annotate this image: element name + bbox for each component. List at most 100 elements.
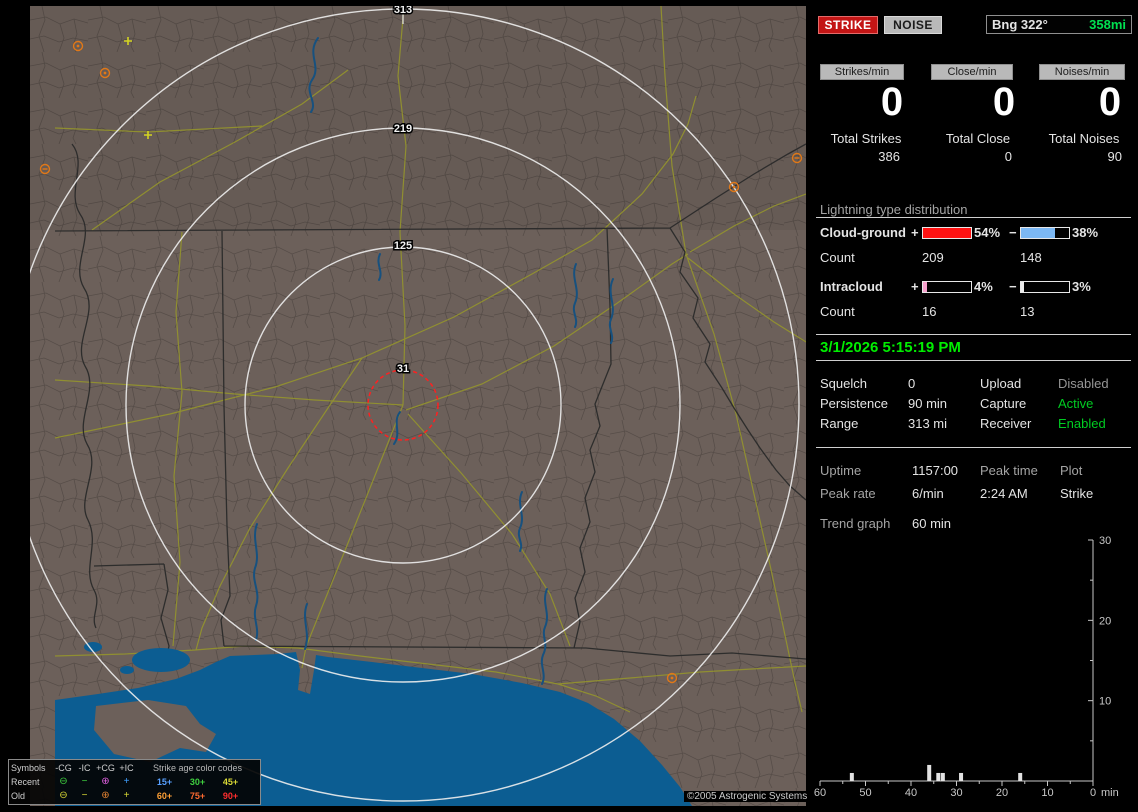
legend-recent-row: Recent ⊖ − ⊕ + 15+ 30+ 45+ xyxy=(11,775,258,789)
pos-cg-icon: ⊕ xyxy=(101,790,110,801)
plot-label: Plot xyxy=(1060,463,1083,478)
cg-pos-pct: 54% xyxy=(974,225,1001,240)
copyright-text: ©2005 Astrogenic Systems xyxy=(684,791,811,802)
old-age-codes: 60+ 75+ 90+ xyxy=(137,791,258,801)
legend-symbols-header: Symbols xyxy=(11,763,46,773)
plus-sign: + xyxy=(911,225,919,240)
svg-text:20: 20 xyxy=(996,787,1008,799)
total-strikes-label: Total Strikes xyxy=(830,131,902,146)
total-strikes-value: 386 xyxy=(878,149,900,164)
peak-rate-value: 6/min xyxy=(912,486,944,501)
strike-toggle-button[interactable]: STRIKE xyxy=(818,16,878,34)
pos-ic-icon: + xyxy=(123,776,130,787)
plot-value: Strike xyxy=(1060,486,1094,501)
strikes-per-min-value: 0 xyxy=(880,80,904,124)
ic-neg-bar xyxy=(1020,281,1070,293)
neg-cg-icon: ⊖ xyxy=(59,776,68,787)
ic-neg-count: 13 xyxy=(1020,304,1035,319)
lightning-map: 313 219 125 31 xyxy=(6,3,807,806)
cg-count-label: Count xyxy=(820,250,855,265)
ring-label-31: 31 xyxy=(397,363,409,375)
close-per-min-value: 0 xyxy=(992,80,1016,124)
receiver-status: Enabled xyxy=(1058,416,1106,431)
status-panel: STRIKE NOISE Bng 322° 358mi Strikes/min … xyxy=(812,8,1138,808)
divider xyxy=(816,217,1131,218)
cg-neg-bar xyxy=(1020,227,1070,239)
map-legend: Symbols -CG -IC +CG +IC Strike age color… xyxy=(8,759,261,805)
squelch-label: Squelch xyxy=(820,376,867,391)
bearing-label: Bng 322° xyxy=(992,17,1048,32)
neg-cg-icon: ⊖ xyxy=(59,790,68,801)
neg-ic-icon: − xyxy=(81,776,88,787)
ic-pos-bar xyxy=(922,281,972,293)
svg-text:30: 30 xyxy=(950,787,962,799)
cg-pos-bar xyxy=(922,227,972,239)
peak-time-value: 2:24 AM xyxy=(980,486,1028,501)
cg-neg-pct: 38% xyxy=(1072,225,1099,240)
svg-text:60: 60 xyxy=(814,787,826,799)
cloud-ground-label: Cloud-ground xyxy=(820,225,906,240)
ic-pos-pct: 4% xyxy=(974,279,993,294)
age-code: 30+ xyxy=(189,777,206,787)
total-noises-label: Total Noises xyxy=(1048,131,1120,146)
range-label: Range xyxy=(820,416,859,431)
svg-text:20: 20 xyxy=(1099,615,1111,627)
legend-old-label: Old xyxy=(11,791,26,801)
divider xyxy=(816,447,1131,448)
total-close-label: Total Close xyxy=(945,131,1011,146)
ring-label-219: 219 xyxy=(394,123,412,135)
legend-header-row: Symbols -CG -IC +CG +IC Strike age color… xyxy=(11,761,258,775)
svg-text:10: 10 xyxy=(1041,787,1053,799)
datetime-display: 3/1/2026 5:15:19 PM xyxy=(820,339,961,356)
svg-text:0: 0 xyxy=(1090,787,1096,799)
svg-text:30: 30 xyxy=(1099,535,1111,547)
legend-recent-label: Recent xyxy=(11,777,40,787)
age-code: 45+ xyxy=(222,777,239,787)
legend-col-neg-ic: -IC xyxy=(78,763,91,773)
svg-text:50: 50 xyxy=(859,787,871,799)
legend-col-pos-cg: +CG xyxy=(96,763,115,773)
noise-toggle-button[interactable]: NOISE xyxy=(884,16,942,34)
ic-count-label: Count xyxy=(820,304,855,319)
noises-per-min-value: 0 xyxy=(1098,80,1122,124)
persistence-value: 90 min xyxy=(908,396,948,411)
strikes-per-min-badge: Strikes/min xyxy=(820,64,904,80)
trend-graph: 10 20 30 60 50 40 30 20 10 0 min xyxy=(814,535,1119,799)
peak-rate-label: Peak rate xyxy=(820,486,876,501)
divider xyxy=(816,360,1131,361)
trend-graph-label: Trend graph xyxy=(820,516,891,531)
persistence-label: Persistence xyxy=(820,396,888,411)
upload-status: Disabled xyxy=(1058,376,1109,391)
bearing-box: Bng 322° 358mi xyxy=(986,15,1132,34)
cg-neg-count: 148 xyxy=(1020,250,1042,265)
uptime-label: Uptime xyxy=(820,463,862,478)
legend-col-neg-cg: -CG xyxy=(55,763,72,773)
capture-label: Capture xyxy=(980,396,1027,411)
ic-pos-count: 16 xyxy=(922,304,937,319)
total-close-value: 0 xyxy=(1004,149,1012,164)
receiver-label: Receiver xyxy=(980,416,1032,431)
neg-ic-icon: − xyxy=(81,790,88,801)
svg-text:40: 40 xyxy=(905,787,917,799)
pos-ic-icon: + xyxy=(123,790,130,801)
recent-age-codes: 15+ 30+ 45+ xyxy=(137,777,258,787)
upload-label: Upload xyxy=(980,376,1022,391)
ring-label-125: 125 xyxy=(394,240,412,252)
plus-sign: + xyxy=(911,279,919,294)
app-window: 313 219 125 31 Symbols -CG -IC +CG +IC S… xyxy=(0,0,1138,812)
total-noises-value: 90 xyxy=(1107,149,1122,164)
distribution-header: Lightning type distribution xyxy=(820,202,968,217)
capture-status: Active xyxy=(1058,396,1094,411)
noises-per-min-badge: Noises/min xyxy=(1039,64,1125,80)
legend-col-pos-ic: +IC xyxy=(119,763,134,773)
intracloud-label: Intracloud xyxy=(820,279,883,294)
trend-window-value: 60 min xyxy=(912,516,952,531)
legend-old-row: Old ⊖ − ⊕ + 60+ 75+ 90+ xyxy=(11,789,258,803)
map-canvas: 313 219 125 31 xyxy=(6,3,807,806)
svg-text:min: min xyxy=(1101,787,1119,799)
peak-time-label: Peak time xyxy=(980,463,1038,478)
legend-age-header: Strike age color codes xyxy=(152,763,243,773)
minus-sign: − xyxy=(1009,279,1017,294)
age-code: 75+ xyxy=(189,791,206,801)
age-code: 60+ xyxy=(156,791,173,801)
